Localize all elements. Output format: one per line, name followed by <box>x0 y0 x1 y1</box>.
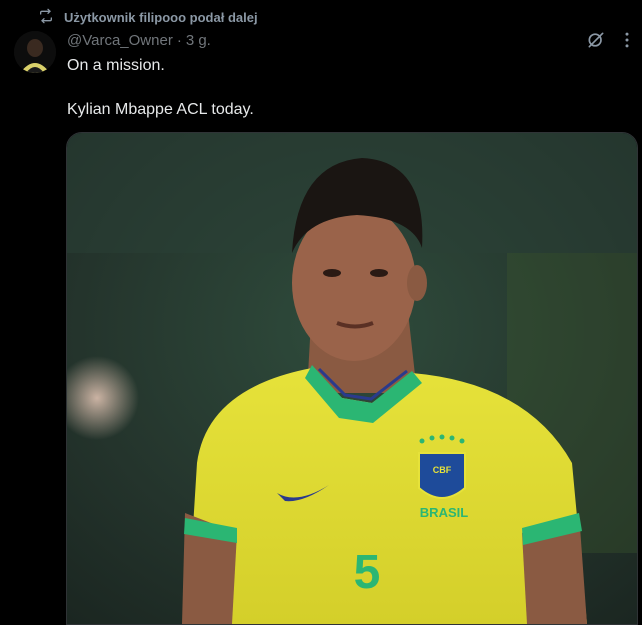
retweet-indicator[interactable]: Użytkownik filipooo podał dalej <box>38 8 258 27</box>
tweet-header: @Varca_Owner · 3 g. <box>67 32 211 49</box>
grok-icon[interactable] <box>586 30 606 50</box>
retweet-icon <box>38 8 54 27</box>
header-separator: · <box>176 32 182 49</box>
tweet-media-image[interactable]: CBF BRASIL 5 <box>66 132 638 625</box>
tweet-text: On a mission. Kylian Mbappe ACL today. <box>67 56 254 144</box>
jersey-text: BRASIL <box>420 505 468 520</box>
jersey-number: 5 <box>354 546 381 599</box>
player-photo: CBF BRASIL 5 <box>67 133 637 624</box>
badge-text: CBF <box>433 465 452 475</box>
tweet-line-1: On a mission. <box>67 57 165 74</box>
avatar[interactable] <box>14 31 56 73</box>
retweet-label: Użytkownik filipooo podał dalej <box>64 10 258 25</box>
user-handle[interactable]: @Varca_Owner <box>67 32 173 49</box>
tweet-line-2: Kylian Mbappe ACL today. <box>67 101 254 118</box>
tweet-time[interactable]: 3 g. <box>186 32 211 49</box>
more-icon[interactable] <box>617 30 637 50</box>
